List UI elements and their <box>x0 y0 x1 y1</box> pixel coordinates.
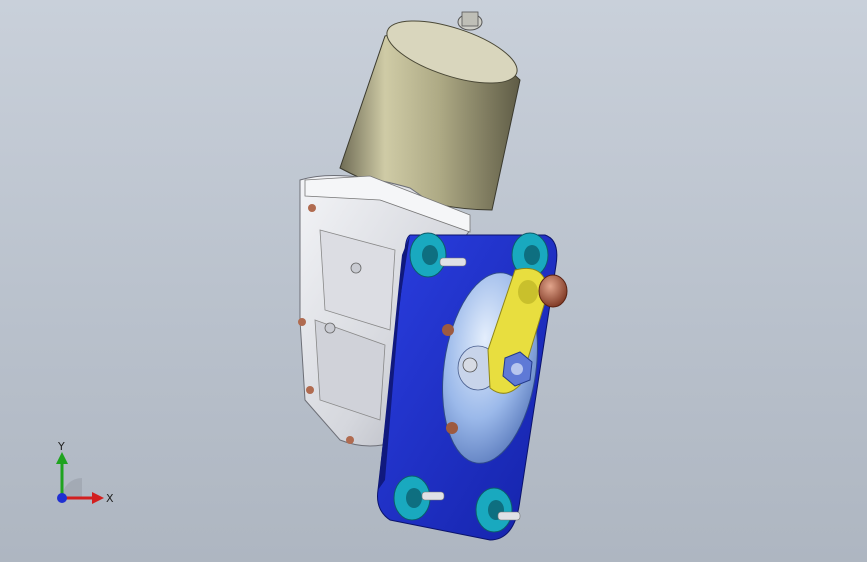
y-axis-label: Y <box>57 440 65 453</box>
z-axis-dot <box>57 493 67 503</box>
3d-model-viewport[interactable] <box>0 0 867 562</box>
acorn-nut <box>538 274 568 308</box>
bushing-bottom-right <box>475 487 513 533</box>
bushing-top-left <box>409 232 447 278</box>
x-axis-label: X <box>106 492 114 505</box>
axis-triad: Y X <box>56 440 114 505</box>
